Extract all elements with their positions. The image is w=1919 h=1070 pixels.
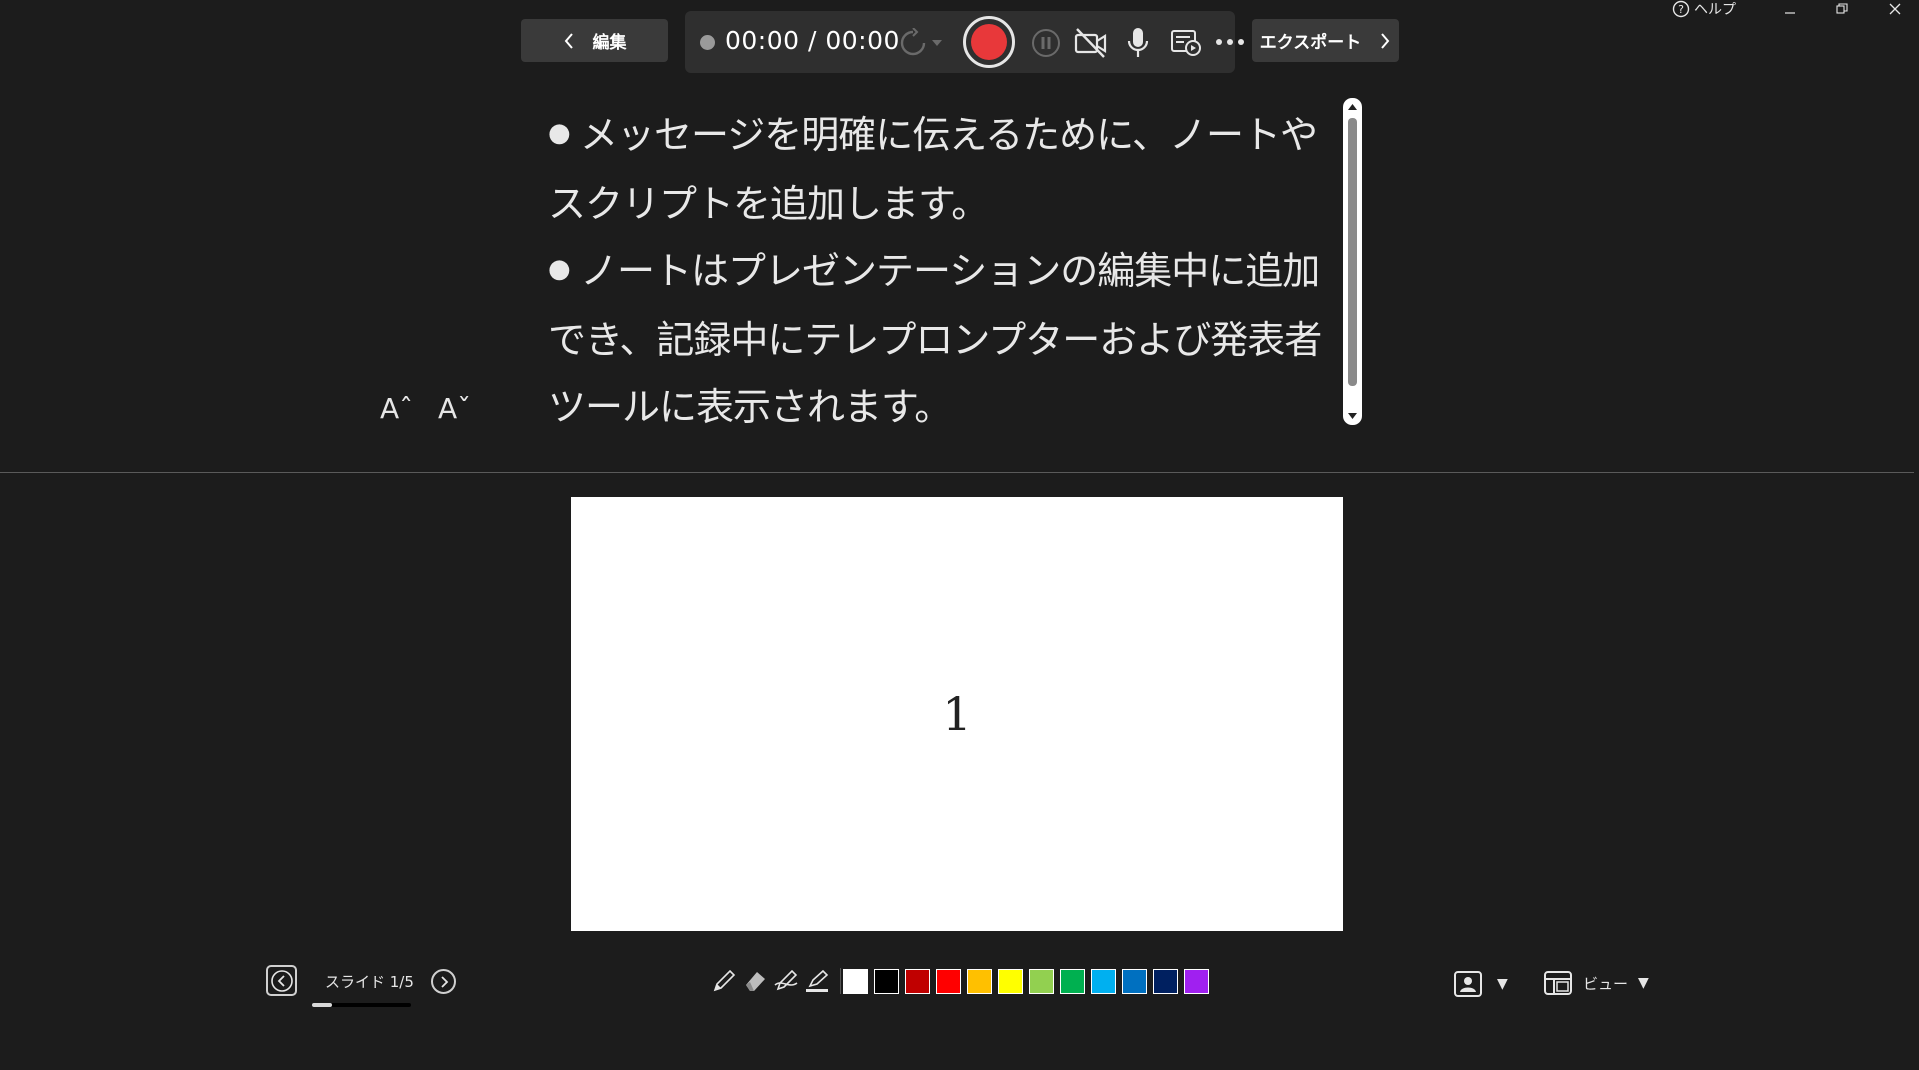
slide-preview: 1 xyxy=(571,497,1343,931)
record-icon xyxy=(971,24,1007,60)
eraser-tool[interactable] xyxy=(741,966,769,996)
pen-color-swatch[interactable] xyxy=(843,969,868,994)
recording-timer: 00:00 / 00:00 xyxy=(725,26,900,55)
slide-progress-fill xyxy=(312,1003,332,1007)
pen-color-swatch[interactable] xyxy=(905,969,930,994)
chevron-left-icon xyxy=(564,32,573,49)
more-options-button[interactable] xyxy=(1215,38,1245,46)
view-label: ビュー xyxy=(1583,974,1629,993)
slide-content: 1 xyxy=(942,687,972,741)
pen-icon xyxy=(713,969,736,992)
camera-layout-button[interactable]: ▼ xyxy=(1453,970,1508,998)
pen-color-swatch[interactable] xyxy=(874,969,899,994)
camera-toggle-button[interactable] xyxy=(1074,27,1108,59)
record-button[interactable] xyxy=(963,16,1015,68)
pen-color-swatch[interactable] xyxy=(967,969,992,994)
chevron-right-icon xyxy=(1381,32,1390,49)
pen-color-swatch[interactable] xyxy=(1060,969,1085,994)
edit-label: 編集 xyxy=(592,33,627,53)
retake-icon xyxy=(900,28,942,56)
notes-bullet-text: メッセージを明確に伝えるために、ノートやスクリプトを追加します。 xyxy=(548,113,1318,226)
minimize-icon xyxy=(1785,12,1795,14)
camera-off-icon xyxy=(1074,28,1107,58)
restore-button[interactable] xyxy=(1820,0,1864,18)
person-frame-icon xyxy=(1454,971,1482,997)
help-button[interactable]: ? ヘルプ xyxy=(1672,0,1736,18)
help-icon: ? xyxy=(1672,0,1690,18)
notes-bullet: ● メッセージを明確に伝えるために、ノートやスクリプトを追加します。 xyxy=(548,102,1328,238)
teleprompter-icon xyxy=(1171,30,1201,56)
edit-button[interactable]: 編集 xyxy=(521,19,668,62)
pause-button[interactable] xyxy=(1031,28,1061,58)
bullet-glyph: ● xyxy=(548,254,571,284)
chevron-left-circle-icon xyxy=(270,969,293,992)
chevron-down-icon: ▼ xyxy=(1638,975,1649,991)
more-icon xyxy=(1216,39,1244,45)
chevron-right-icon xyxy=(440,975,448,988)
help-label: ヘルプ xyxy=(1694,2,1736,18)
notes-divider xyxy=(0,472,1914,473)
pen-color-swatch[interactable] xyxy=(1184,969,1209,994)
scroll-down-icon xyxy=(1348,413,1357,419)
microphone-icon xyxy=(1127,28,1149,57)
clear-ink-tool[interactable] xyxy=(772,966,800,996)
pen-tool[interactable] xyxy=(710,966,738,996)
notes-bullet: ● ノートはプレゼンテーションの編集中に追加でき、記録中にテレプロンプターおよび発… xyxy=(548,238,1328,441)
clear-ink-icon xyxy=(774,969,798,991)
pen-color-swatch[interactable] xyxy=(998,969,1023,994)
layout-view-icon xyxy=(1544,971,1572,995)
previous-slide-button[interactable] xyxy=(266,965,297,996)
notes-bullet-text: ノートはプレゼンテーションの編集中に追加でき、記録中にテレプロンプターおよび発表… xyxy=(548,249,1322,429)
slide-counter: スライド 1/5 xyxy=(325,973,414,991)
next-slide-button[interactable] xyxy=(431,969,456,994)
pen-color-swatch[interactable] xyxy=(1122,969,1147,994)
recording-status-dot xyxy=(700,35,715,50)
scrollbar-thumb[interactable] xyxy=(1348,118,1357,386)
scroll-up-icon xyxy=(1348,104,1357,110)
bullet-glyph: ● xyxy=(548,118,571,148)
pen-color-swatch[interactable] xyxy=(1029,969,1054,994)
pen-color-swatch[interactable] xyxy=(936,969,961,994)
close-icon xyxy=(1889,3,1901,15)
highlighter-tool[interactable] xyxy=(803,966,831,996)
chevron-down-icon: ▼ xyxy=(1497,976,1508,992)
microphone-toggle-button[interactable] xyxy=(1126,26,1150,60)
restore-icon xyxy=(1836,3,1848,14)
svg-text:?: ? xyxy=(1678,3,1684,16)
decrease-font-button[interactable]: Aˇ xyxy=(438,392,471,425)
view-button[interactable]: ビュー ▼ xyxy=(1543,970,1649,996)
eraser-icon xyxy=(746,972,765,991)
tool-separator xyxy=(840,968,841,994)
teleprompter-button[interactable] xyxy=(1170,28,1202,58)
increase-font-button[interactable]: Aˆ xyxy=(380,392,413,425)
highlighter-icon xyxy=(806,969,829,992)
close-button[interactable] xyxy=(1873,0,1917,18)
export-label: エクスポート xyxy=(1259,33,1362,53)
pen-color-palette xyxy=(843,969,1209,994)
pen-color-swatch[interactable] xyxy=(1091,969,1116,994)
pen-color-swatch[interactable] xyxy=(1153,969,1178,994)
minimize-button[interactable] xyxy=(1768,0,1812,18)
pause-icon xyxy=(1032,29,1060,57)
retake-button[interactable] xyxy=(898,28,948,58)
export-button[interactable]: エクスポート xyxy=(1252,19,1399,62)
notes-text[interactable]: ● メッセージを明確に伝えるために、ノートやスクリプトを追加します。 ● ノートはプ… xyxy=(548,102,1328,441)
